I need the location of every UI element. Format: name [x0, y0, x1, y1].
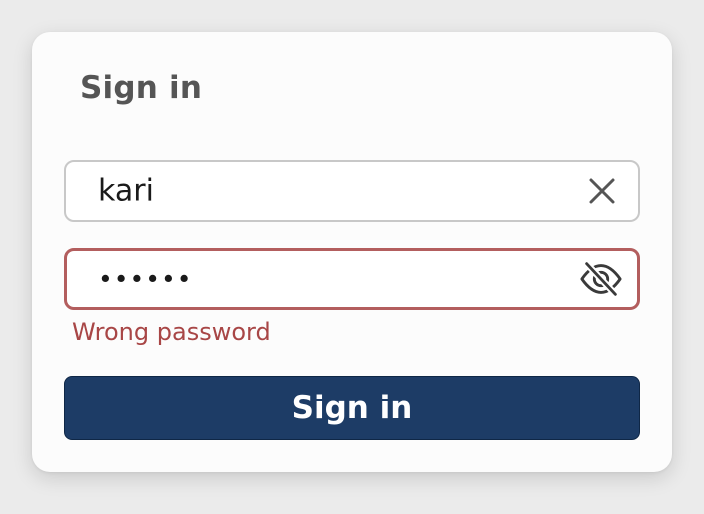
- username-field[interactable]: kari: [64, 160, 640, 222]
- password-input-value[interactable]: ••••••: [98, 265, 192, 294]
- password-field[interactable]: ••••••: [64, 248, 640, 310]
- sign-in-button[interactable]: Sign in: [64, 376, 640, 440]
- dialog-title: Sign in: [80, 70, 203, 106]
- username-input-value[interactable]: kari: [98, 174, 154, 209]
- close-icon[interactable]: [580, 169, 624, 213]
- password-error-message: Wrong password: [72, 318, 271, 346]
- sign-in-dialog: Sign in kari •••••• Wrong password Sign …: [32, 32, 672, 472]
- eye-off-icon[interactable]: [579, 257, 623, 301]
